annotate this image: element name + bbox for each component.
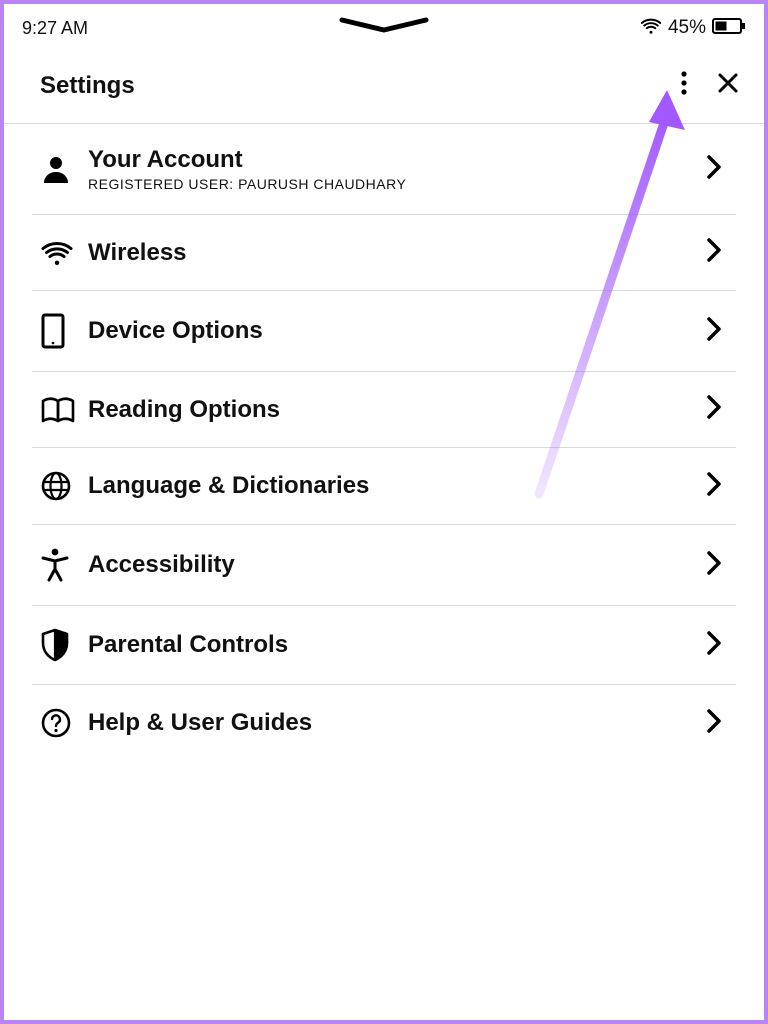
swipe-down-handle-icon[interactable] — [334, 16, 434, 39]
settings-item-title: Language & Dictionaries — [88, 472, 706, 500]
wifi-icon — [40, 239, 88, 267]
settings-item-title: Accessibility — [88, 551, 706, 579]
chevron-right-icon — [706, 630, 728, 661]
settings-header: Settings — [4, 48, 764, 124]
chevron-right-icon — [706, 237, 728, 268]
settings-item-accessibility[interactable]: Accessibility — [32, 525, 736, 606]
chevron-right-icon — [706, 708, 728, 739]
settings-item-title: Parental Controls — [88, 631, 706, 659]
book-icon — [40, 395, 88, 425]
close-icon[interactable] — [716, 71, 740, 100]
settings-item-title: Wireless — [88, 239, 706, 267]
settings-list: Your Account REGISTERED USER: PAURUSH CH… — [4, 124, 764, 761]
chevron-right-icon — [706, 394, 728, 425]
settings-item-device-options[interactable]: Device Options — [32, 291, 736, 372]
battery-icon — [712, 17, 746, 40]
more-options-icon[interactable] — [680, 70, 688, 101]
settings-item-subtitle: REGISTERED USER: PAURUSH CHAUDHARY — [88, 176, 706, 192]
tablet-icon — [40, 313, 88, 349]
settings-item-reading-options[interactable]: Reading Options — [32, 372, 736, 448]
settings-item-title: Help & User Guides — [88, 709, 706, 737]
chevron-right-icon — [706, 316, 728, 347]
shield-icon — [40, 628, 88, 662]
chevron-right-icon — [706, 550, 728, 581]
globe-icon — [40, 470, 88, 502]
status-time: 9:27 AM — [22, 18, 88, 39]
settings-item-title: Reading Options — [88, 396, 706, 424]
settings-item-title: Device Options — [88, 317, 706, 345]
settings-item-parental-controls[interactable]: Parental Controls — [32, 606, 736, 685]
settings-item-your-account[interactable]: Your Account REGISTERED USER: PAURUSH CH… — [32, 124, 736, 215]
settings-item-wireless[interactable]: Wireless — [32, 215, 736, 291]
help-icon — [40, 707, 88, 739]
status-bar: 9:27 AM 45% — [4, 4, 764, 48]
accessibility-icon — [40, 547, 88, 583]
wifi-icon — [640, 17, 662, 40]
battery-percent: 45% — [668, 17, 706, 39]
page-title: Settings — [40, 72, 135, 100]
settings-item-language-dictionaries[interactable]: Language & Dictionaries — [32, 448, 736, 525]
user-icon — [40, 153, 88, 185]
settings-item-title: Your Account — [88, 146, 706, 174]
chevron-right-icon — [706, 471, 728, 502]
chevron-right-icon — [706, 154, 728, 185]
settings-item-help-user-guides[interactable]: Help & User Guides — [32, 685, 736, 761]
